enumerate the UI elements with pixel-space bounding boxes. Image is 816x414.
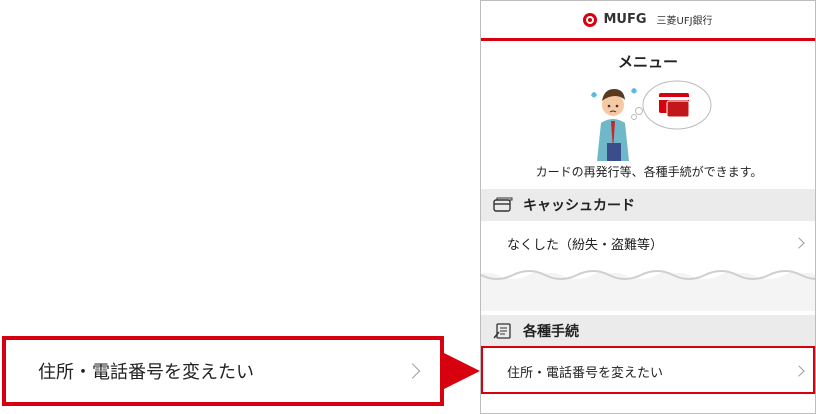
section-header-procedures: 各種手続 xyxy=(481,315,815,347)
menu-item-lost-card[interactable]: なくした（紛失・盗難等） xyxy=(481,221,815,265)
pointer-arrow-icon xyxy=(444,353,480,389)
section-title: キャッシュカード xyxy=(523,198,635,214)
wave-divider xyxy=(481,263,815,280)
logo-subtext: 三菱UFJ銀行 xyxy=(656,16,713,27)
phone-screen: MUFG 三菱UFJ銀行 メニュー カードの再発行等、各種手続ができます。 キャ… xyxy=(480,0,816,414)
worried-man-illustration xyxy=(591,80,712,161)
page-title: メニュー xyxy=(617,53,678,71)
callout-change-address-phone[interactable]: 住所・電話番号を変えたい xyxy=(2,336,444,406)
section-title: 各種手続 xyxy=(523,324,579,340)
chevron-right-icon xyxy=(793,237,805,249)
menu-item-label: 住所・電話番号を変えたい xyxy=(507,365,664,381)
menu-description: カードの再発行等、各種手続ができます。 xyxy=(535,165,763,179)
chevron-right-icon xyxy=(793,365,805,377)
chevron-right-icon xyxy=(404,363,421,379)
callout-label: 住所・電話番号を変えたい xyxy=(38,362,254,383)
menu-item-label: なくした（紛失・盗難等） xyxy=(507,237,664,253)
app-header: MUFG 三菱UFJ銀行 xyxy=(481,1,815,41)
card-icon xyxy=(493,197,513,212)
document-pen-icon xyxy=(493,323,511,339)
menu-item-change-address-phone[interactable]: 住所・電話番号を変えたい xyxy=(481,349,815,393)
mufg-logo-icon xyxy=(583,12,598,27)
logo-text: MUFG xyxy=(603,12,647,27)
section-header-cash-card: キャッシュカード xyxy=(481,189,815,221)
